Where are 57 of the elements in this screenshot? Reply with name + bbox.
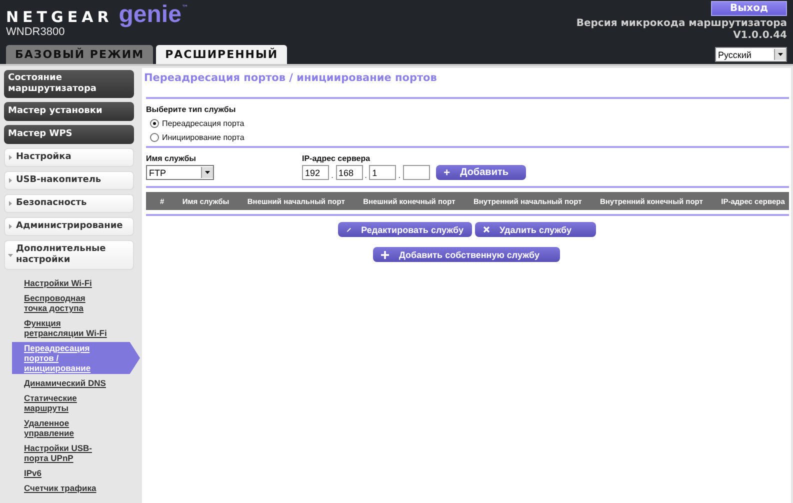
- radio-button[interactable]: [150, 119, 159, 128]
- caret-right-icon: [8, 224, 13, 229]
- brand-logo: NETGEAR: [6, 8, 113, 26]
- plus-icon: [381, 250, 389, 258]
- submenu-link[interactable]: Счетчик трафика: [4, 482, 134, 494]
- ip-field[interactable]: [402, 165, 430, 180]
- menu-item[interactable]: Мастер установки: [4, 102, 134, 121]
- field-label: IP-адрес сервера: [302, 154, 372, 163]
- radio-button[interactable]: [150, 133, 159, 142]
- action-button[interactable]: Удалить службу: [474, 222, 596, 237]
- close-icon: [482, 226, 490, 233]
- menu-group[interactable]: USB-накопитель: [4, 171, 134, 190]
- action-button[interactable]: Добавить собственную службу: [373, 247, 560, 262]
- submenu-link[interactable]: Настройки USB-порта UPnP: [4, 442, 134, 464]
- radio-label: Переадресация порта: [162, 119, 244, 128]
- ip-field[interactable]: 1: [369, 165, 396, 180]
- mode-tab[interactable]: РАСШИРЕННЫЙ: [156, 45, 288, 64]
- logout-button[interactable]: Выход: [711, 1, 787, 16]
- submenu-link[interactable]: Удаленное управление: [4, 417, 134, 439]
- submenu-link[interactable]: IPv6: [4, 467, 134, 479]
- menu-group[interactable]: Администрирование: [4, 217, 134, 236]
- firmware-label: Версия микрокода маршрутизатора: [576, 18, 787, 30]
- separator: .: [364, 171, 368, 180]
- caret-right-icon: [8, 201, 13, 206]
- menu-item[interactable]: Состояние маршрутизатора: [4, 70, 134, 98]
- caret-right-icon: [8, 155, 13, 160]
- submenu-link[interactable]: Настройки Wi-Fi: [4, 277, 134, 289]
- pencil-icon: [346, 226, 352, 234]
- submenu-link[interactable]: Функция ретрансляции Wi-Fi: [4, 317, 134, 339]
- product-name: genie: [118, 4, 182, 26]
- add-button[interactable]: + Добавить: [436, 165, 526, 180]
- caret-right-icon: [8, 178, 13, 183]
- firmware-version: V1.0.0.44: [733, 30, 787, 42]
- page-title: Переадресация портов / инициирование портов: [144, 71, 438, 86]
- dropdown-arrow-icon: [205, 171, 210, 174]
- submenu-link[interactable]: Динамический DNS: [4, 377, 134, 389]
- language-select[interactable]: Русский: [715, 47, 787, 62]
- separator: .: [398, 171, 401, 180]
- caret-down-icon: [8, 252, 13, 258]
- action-button[interactable]: Редактировать службу: [338, 222, 472, 237]
- submenu-link[interactable]: Статические маршруты: [4, 392, 134, 414]
- model-name: WNDR3800: [6, 26, 66, 38]
- separator: .: [331, 171, 334, 180]
- submenu-link[interactable]: Переадресация портов / инициирование: [12, 342, 140, 374]
- menu-item[interactable]: Мастер WPS: [4, 125, 134, 144]
- menu-group[interactable]: Настройка: [4, 148, 134, 167]
- section-label: Выберите тип службы: [146, 105, 237, 114]
- dropdown-arrow-icon: [778, 53, 783, 56]
- radio-label: Инициирование порта: [162, 133, 244, 142]
- ip-field[interactable]: 168: [336, 165, 363, 180]
- field-label: Имя службы: [146, 154, 197, 163]
- menu-group[interactable]: Дополнительные настройки: [4, 240, 134, 270]
- mode-tab[interactable]: БАЗОВЫЙ РЕЖИМ: [6, 45, 154, 64]
- submenu-link[interactable]: Беспроводная точка доступа: [4, 292, 134, 314]
- menu-group[interactable]: Безопасность: [4, 194, 134, 213]
- ip-field[interactable]: 192: [302, 165, 329, 180]
- service-select[interactable]: FTP: [146, 165, 214, 180]
